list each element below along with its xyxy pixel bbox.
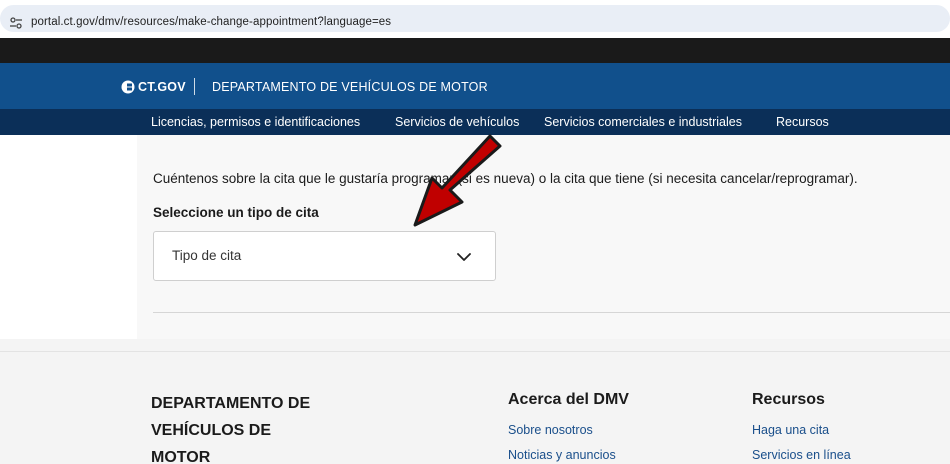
select-label: Seleccione un tipo de cita	[153, 205, 319, 220]
top-utility-bar	[0, 38, 950, 63]
select-value: Tipo de cita	[172, 248, 242, 263]
tune-icon[interactable]	[10, 17, 22, 29]
nav-item-servicios-vehiculos[interactable]: Servicios de vehículos	[395, 115, 519, 129]
appointment-type-select[interactable]: Tipo de cita	[153, 231, 496, 281]
department-title[interactable]: DEPARTAMENTO DE VEHÍCULOS DE MOTOR	[212, 80, 488, 94]
ct-logo-icon	[121, 80, 135, 94]
annotation-arrow	[413, 134, 502, 227]
nav-item-licencias[interactable]: Licencias, permisos e identificaciones	[151, 115, 360, 129]
nav-item-servicios-comerciales[interactable]: Servicios comerciales e industriales	[544, 115, 742, 129]
logo-text: CT.GOV	[138, 80, 186, 94]
footer-link-noticias[interactable]: Noticias y anuncios	[508, 448, 616, 462]
footer-separator	[0, 351, 950, 352]
header-divider	[194, 78, 195, 95]
ct-gov-logo[interactable]: CT.GOV	[121, 80, 186, 94]
footer-brand: DEPARTAMENTO DE VEHÍCULOS DE MOTOR	[151, 390, 341, 464]
footer-link-sobre-nosotros[interactable]: Sobre nosotros	[508, 423, 593, 437]
footer-link-haga-una-cita[interactable]: Haga una cita	[752, 423, 829, 437]
url-text[interactable]: portal.ct.gov/dmv/resources/make-change-…	[31, 16, 391, 28]
footer-link-servicios-en-linea[interactable]: Servicios en línea	[752, 448, 851, 462]
footer-heading-acerca: Acerca del DMV	[508, 391, 629, 408]
footer-heading-recursos: Recursos	[752, 391, 825, 408]
footer-brand-line: DEPARTAMENTO DE	[151, 395, 311, 412]
footer-brand-line: VEHÍCULOS DE	[151, 422, 272, 439]
chevron-down-icon	[457, 253, 471, 261]
browser-address-bar: portal.ct.gov/dmv/resources/make-change-…	[0, 0, 950, 38]
nav-item-recursos[interactable]: Recursos	[776, 115, 829, 129]
url-field[interactable]: portal.ct.gov/dmv/resources/make-change-…	[0, 5, 950, 32]
footer-brand-line: MOTOR	[151, 449, 211, 464]
content-divider	[153, 312, 950, 313]
